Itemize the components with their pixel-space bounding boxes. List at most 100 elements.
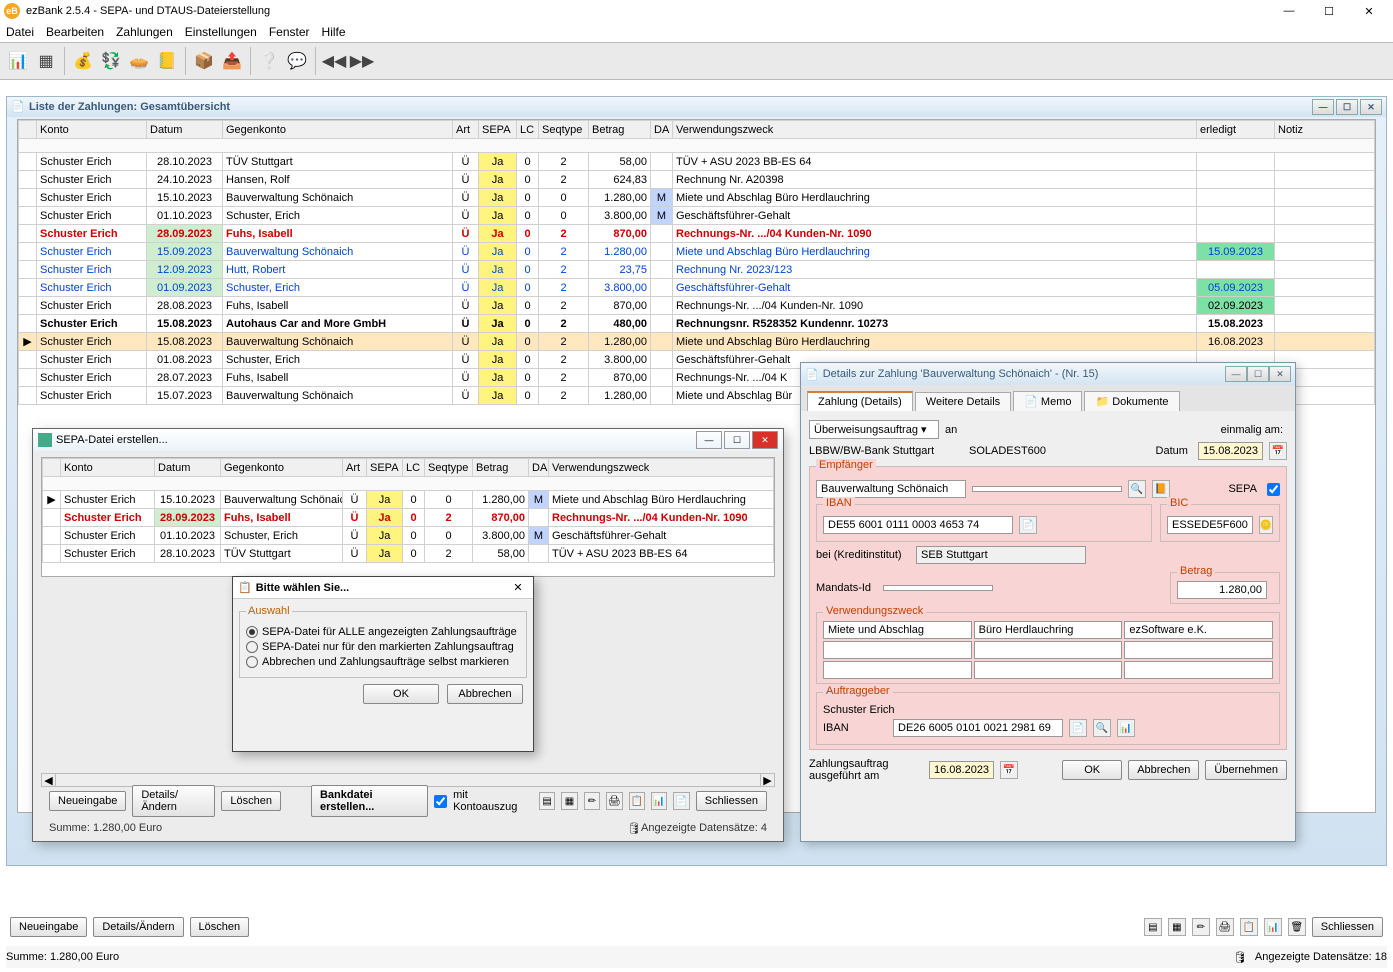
schliessen-button[interactable]: Schliessen bbox=[1312, 917, 1383, 937]
menu-fenster[interactable]: Fenster bbox=[269, 25, 310, 39]
doc-max[interactable]: ☐ bbox=[1336, 99, 1358, 115]
sepa-checkbox[interactable] bbox=[1267, 483, 1280, 496]
minimize-button[interactable] bbox=[1269, 0, 1309, 22]
view-icon-2[interactable]: ▦ bbox=[1168, 918, 1186, 936]
table-row[interactable]: Schuster Erich12.09.2023Hutt, RobertÜJa0… bbox=[19, 261, 1375, 279]
table-row[interactable]: Schuster Erich01.09.2023Schuster, ErichÜ… bbox=[19, 279, 1375, 297]
choose-opt1-row[interactable]: SEPA-Datei für ALLE angezeigten Zahlungs… bbox=[246, 626, 520, 638]
menu-zahlungen[interactable]: Zahlungen bbox=[116, 25, 173, 39]
zweck-3[interactable]: ezSoftware e.K. bbox=[1124, 621, 1273, 639]
s-view2[interactable]: ▦ bbox=[561, 792, 577, 810]
sepa-neueingabe[interactable]: Neueingabe bbox=[49, 791, 126, 811]
tool-balloon-icon[interactable]: 💬 bbox=[283, 47, 311, 75]
zweck-9[interactable] bbox=[1124, 661, 1273, 679]
bic-field[interactable]: ESSEDE5F600 bbox=[1167, 516, 1253, 534]
iban-help-icon[interactable]: 📄 bbox=[1019, 516, 1037, 534]
zweck-8[interactable] bbox=[974, 661, 1123, 679]
s-view3[interactable]: ✏ bbox=[584, 792, 600, 810]
table-row[interactable]: ▶Schuster Erich15.08.2023Bauverwaltung S… bbox=[19, 333, 1375, 351]
table-row[interactable]: Schuster Erich28.09.2023Fuhs, IsabellÜJa… bbox=[43, 509, 774, 527]
menu-hilfe[interactable]: Hilfe bbox=[322, 25, 346, 39]
tool-money1-icon[interactable]: 💰 bbox=[69, 47, 97, 75]
sepa-min[interactable]: — bbox=[696, 431, 722, 449]
sepa-details[interactable]: Details/Ändern bbox=[132, 785, 215, 817]
iban-field[interactable]: DE55 6001 0111 0003 4653 74 bbox=[823, 516, 1013, 534]
lookup-icon[interactable]: 🔍 bbox=[1128, 480, 1146, 498]
sepa-table[interactable]: KontoDatumGegenkontoArtSEPALCSeqtypeBetr… bbox=[42, 458, 774, 563]
table-row[interactable]: Schuster Erich01.10.2023Schuster, ErichÜ… bbox=[43, 527, 774, 545]
choose-ok[interactable]: OK bbox=[363, 684, 439, 704]
tool-prev-icon[interactable]: ◀◀ bbox=[320, 47, 348, 75]
details-min[interactable]: — bbox=[1225, 366, 1247, 382]
s-view6[interactable]: 📊 bbox=[651, 792, 667, 810]
choose-cancel[interactable]: Abbrechen bbox=[447, 684, 523, 704]
iban2-b-icon[interactable]: 🔍 bbox=[1093, 719, 1111, 737]
details-max[interactable]: ☐ bbox=[1247, 366, 1269, 382]
empfaenger2-field[interactable] bbox=[972, 486, 1122, 492]
sepa-bankdatei[interactable]: Bankdatei erstellen... bbox=[311, 785, 428, 817]
view-icon-3[interactable]: ✏ bbox=[1192, 918, 1210, 936]
det-take[interactable]: Übernehmen bbox=[1205, 760, 1287, 780]
iban2-a-icon[interactable]: 📄 bbox=[1069, 719, 1087, 737]
sepa-close[interactable]: ✕ bbox=[752, 431, 778, 449]
s-copy[interactable]: 📄 bbox=[673, 792, 689, 810]
menu-einstellungen[interactable]: Einstellungen bbox=[185, 25, 257, 39]
zweck-5[interactable] bbox=[974, 641, 1123, 659]
menu-datei[interactable]: Datei bbox=[6, 25, 34, 39]
s-view4[interactable]: 🖨 bbox=[606, 792, 622, 810]
zweck-2[interactable]: Büro Herdlauchring bbox=[974, 621, 1123, 639]
iban2-c-icon[interactable]: 📊 bbox=[1117, 719, 1135, 737]
datum-field[interactable]: 15.08.2023 bbox=[1198, 442, 1263, 460]
table-row[interactable]: Schuster Erich15.09.2023Bauverwaltung Sc… bbox=[19, 243, 1375, 261]
tool-help-icon[interactable]: ❔ bbox=[255, 47, 283, 75]
choose-close[interactable]: ✕ bbox=[508, 581, 528, 594]
zweck-7[interactable] bbox=[823, 661, 972, 679]
table-row[interactable]: Schuster Erich28.10.2023TÜV StuttgartÜJa… bbox=[19, 153, 1375, 171]
doc-min[interactable]: — bbox=[1312, 99, 1334, 115]
tab-1[interactable]: Weitere Details bbox=[915, 392, 1011, 411]
table-row[interactable]: Schuster Erich15.08.2023Autohaus Car and… bbox=[19, 315, 1375, 333]
s-view1[interactable]: ▤ bbox=[539, 792, 555, 810]
table-row[interactable]: Schuster Erich01.10.2023Schuster, ErichÜ… bbox=[19, 207, 1375, 225]
calendar-icon[interactable]: 📅 bbox=[1269, 442, 1287, 460]
view-icon-6[interactable]: 📊 bbox=[1264, 918, 1282, 936]
tab-2[interactable]: 📄 Memo bbox=[1013, 391, 1082, 411]
details-aendern-button[interactable]: Details/Ändern bbox=[93, 917, 183, 937]
empfaenger-field[interactable]: Bauverwaltung Schönaich bbox=[816, 480, 966, 498]
tool-next-icon[interactable]: ▶▶ bbox=[348, 47, 376, 75]
mandat-field[interactable] bbox=[883, 585, 993, 591]
view-icon-7[interactable]: 🗑 bbox=[1288, 918, 1306, 936]
choose-opt2-row[interactable]: SEPA-Datei nur für den markierten Zahlun… bbox=[246, 641, 520, 653]
table-row[interactable]: ▶Schuster Erich15.10.2023Bauverwaltung S… bbox=[43, 491, 774, 509]
details-close[interactable]: ✕ bbox=[1269, 366, 1291, 382]
view-icon-5[interactable]: 📋 bbox=[1240, 918, 1258, 936]
det-ok[interactable]: OK bbox=[1062, 760, 1122, 780]
det-cancel[interactable]: Abbrechen bbox=[1128, 760, 1199, 780]
table-row[interactable]: Schuster Erich24.10.2023Hansen, RolfÜJa0… bbox=[19, 171, 1375, 189]
tool-box2-icon[interactable]: 📤 bbox=[218, 47, 246, 75]
table-row[interactable]: Schuster Erich28.10.2023TÜV StuttgartÜJa… bbox=[43, 545, 774, 563]
bic-help-icon[interactable]: 🪙 bbox=[1259, 516, 1273, 534]
choose-opt3-row[interactable]: Abbrechen und Zahlungsaufträge selbst ma… bbox=[246, 656, 520, 668]
tab-3[interactable]: 📁 Dokumente bbox=[1084, 391, 1179, 411]
ausgefuehrt-field[interactable]: 16.08.2023 bbox=[929, 761, 994, 779]
sepa-max[interactable]: ☐ bbox=[724, 431, 750, 449]
table-row[interactable]: Schuster Erich28.08.2023Fuhs, IsabellÜJa… bbox=[19, 297, 1375, 315]
neueingabe-button[interactable]: Neueingabe bbox=[10, 917, 87, 937]
loeschen-button[interactable]: Löschen bbox=[190, 917, 250, 937]
view-icon-4[interactable]: 🖨 bbox=[1216, 918, 1234, 936]
tool-grid-icon[interactable]: ▦ bbox=[32, 47, 60, 75]
betrag-field[interactable]: 1.280,00 bbox=[1177, 581, 1267, 599]
tab-0[interactable]: Zahlung (Details) bbox=[807, 391, 913, 411]
zweck-1[interactable]: Miete und Abschlag bbox=[823, 621, 972, 639]
tool-money2-icon[interactable]: 💱 bbox=[97, 47, 125, 75]
menu-bearbeiten[interactable]: Bearbeiten bbox=[46, 25, 104, 39]
sepa-schliessen[interactable]: Schliessen bbox=[696, 791, 767, 811]
maximize-button[interactable] bbox=[1309, 0, 1349, 22]
sepa-loeschen[interactable]: Löschen bbox=[221, 791, 281, 811]
sepa-kontoauszug-check[interactable] bbox=[434, 795, 447, 808]
s-view5[interactable]: 📋 bbox=[629, 792, 645, 810]
table-row[interactable]: Schuster Erich28.09.2023Fuhs, IsabellÜJa… bbox=[19, 225, 1375, 243]
view-icon-1[interactable]: ▤ bbox=[1144, 918, 1162, 936]
tool-box1-icon[interactable]: 📦 bbox=[190, 47, 218, 75]
